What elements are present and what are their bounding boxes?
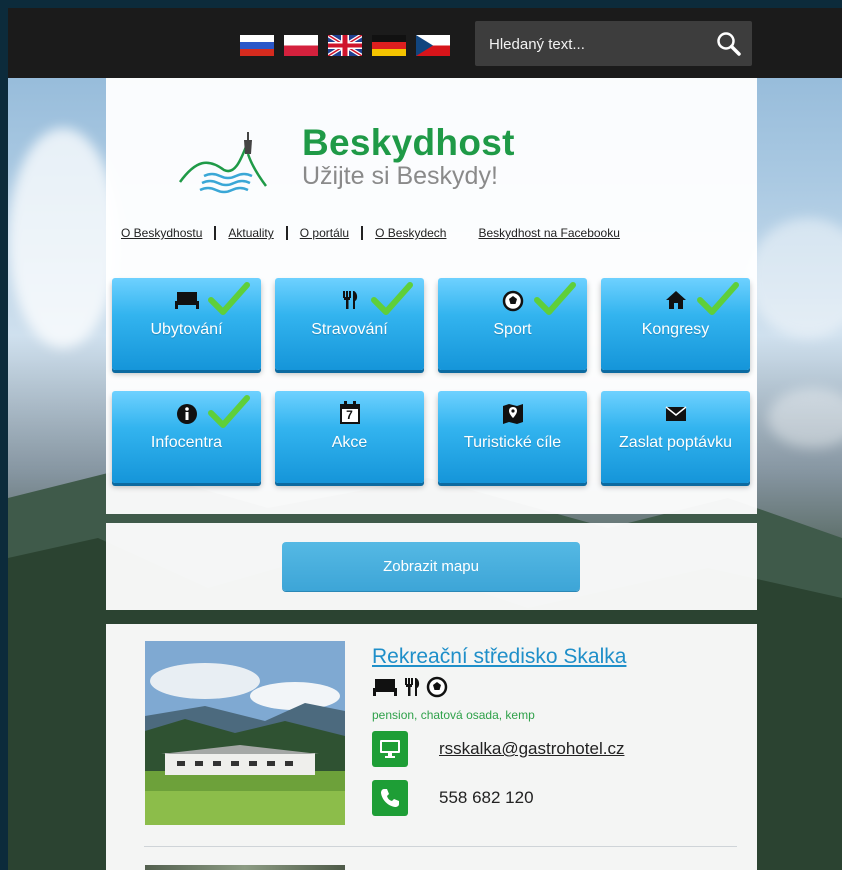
- czech-flag-icon[interactable]: [416, 35, 450, 56]
- category-label: Kongresy: [641, 321, 710, 338]
- category-stravovani[interactable]: Stravování: [275, 278, 424, 370]
- result-tags: pension, chatová osada, kemp: [372, 708, 535, 722]
- check-icon: [697, 282, 739, 315]
- cloud: [8, 128, 118, 348]
- german-flag-icon[interactable]: [372, 35, 406, 56]
- soccer-ball-icon: [426, 676, 448, 698]
- nav-link-aktuality[interactable]: Aktuality: [228, 226, 273, 240]
- home-icon: [665, 291, 686, 309]
- category-infocentra[interactable]: Infocentra: [112, 391, 261, 483]
- nav-link-o-portalu[interactable]: O portálu: [300, 226, 349, 240]
- category-ubytovani[interactable]: Ubytování: [112, 278, 261, 370]
- category-label: Zaslat poptávku: [619, 434, 732, 451]
- category-label: Akce: [331, 434, 368, 451]
- nav-link-o-beskydhostu[interactable]: O Beskydhostu: [121, 226, 202, 240]
- search-input[interactable]: [489, 33, 689, 55]
- category-zaslat-poptavku[interactable]: Zaslat poptávku: [601, 391, 750, 483]
- nav-separator: [214, 226, 217, 240]
- check-icon: [534, 282, 576, 315]
- map-panel: Zobrazit mapu: [106, 523, 757, 610]
- category-label: Turistické cíle: [463, 434, 562, 451]
- result-divider: [144, 846, 737, 847]
- nav-link-facebook[interactable]: Beskydhost na Facebooku: [478, 226, 619, 240]
- category-label: Sport: [493, 321, 532, 338]
- russian-flag-icon[interactable]: [240, 35, 274, 56]
- search-icon[interactable]: [716, 31, 742, 57]
- result-phone: 558 682 120: [439, 788, 534, 807]
- nav-separator: [361, 226, 364, 240]
- fork-knife-icon: [405, 678, 420, 696]
- brand-name[interactable]: Beskydhost: [302, 122, 515, 164]
- search-box: [475, 21, 752, 66]
- cloud: [748, 218, 842, 338]
- check-icon: [371, 282, 413, 315]
- map-pin-icon: [502, 404, 523, 424]
- calendar-day: 7: [346, 408, 353, 422]
- category-kongresy[interactable]: Kongresy: [601, 278, 750, 370]
- category-akce[interactable]: 7 Akce: [275, 391, 424, 483]
- category-sport[interactable]: Sport: [438, 278, 587, 370]
- result-service-icons: [372, 676, 448, 698]
- category-label: Infocentra: [150, 434, 223, 451]
- category-turisticke-cile[interactable]: Turistické cíle: [438, 391, 587, 483]
- result-photo[interactable]: [145, 641, 345, 825]
- check-icon: [208, 282, 250, 315]
- english-flag-icon[interactable]: [328, 35, 362, 56]
- result-email-row: rsskalka@gastrohotel.cz: [372, 731, 624, 767]
- category-label: Stravování: [311, 321, 388, 338]
- nav-link-o-beskydech[interactable]: O Beskydech: [375, 226, 446, 240]
- soccer-ball-icon: [502, 290, 523, 312]
- results-panel: Rekreační středisko Skalka pension, chat…: [106, 624, 757, 870]
- beskydhost-logo[interactable]: [178, 130, 268, 200]
- polish-flag-icon[interactable]: [284, 35, 318, 56]
- result-title-link[interactable]: Rekreační středisko Skalka: [372, 645, 626, 669]
- computer-icon: [372, 731, 408, 767]
- info-icon: [176, 404, 197, 424]
- bed-icon: [373, 679, 397, 696]
- result-phone-row: 558 682 120: [372, 780, 534, 816]
- language-switcher: [240, 35, 450, 56]
- nav-separator: [285, 226, 288, 240]
- main-panel: Beskydhost Užijte si Beskydy! O Beskydho…: [106, 78, 757, 514]
- envelope-icon: [665, 406, 686, 421]
- page-background: Beskydhost Užijte si Beskydy! O Beskydho…: [8, 8, 842, 870]
- show-map-button[interactable]: Zobrazit mapu: [282, 542, 580, 591]
- top-bar: [8, 8, 842, 78]
- category-label: Ubytování: [150, 321, 223, 338]
- top-navigation: O Beskydhostu Aktuality O portálu O Besk…: [121, 226, 620, 240]
- fork-knife-icon: [342, 291, 357, 309]
- bed-icon: [174, 292, 199, 309]
- check-icon: [208, 395, 250, 428]
- calendar-icon: 7: [339, 401, 361, 425]
- brand-slogan: Užijte si Beskydy!: [302, 162, 498, 190]
- phone-icon: [372, 780, 408, 816]
- next-result-photo[interactable]: [145, 865, 345, 870]
- result-email-link[interactable]: rsskalka@gastrohotel.cz: [439, 739, 624, 759]
